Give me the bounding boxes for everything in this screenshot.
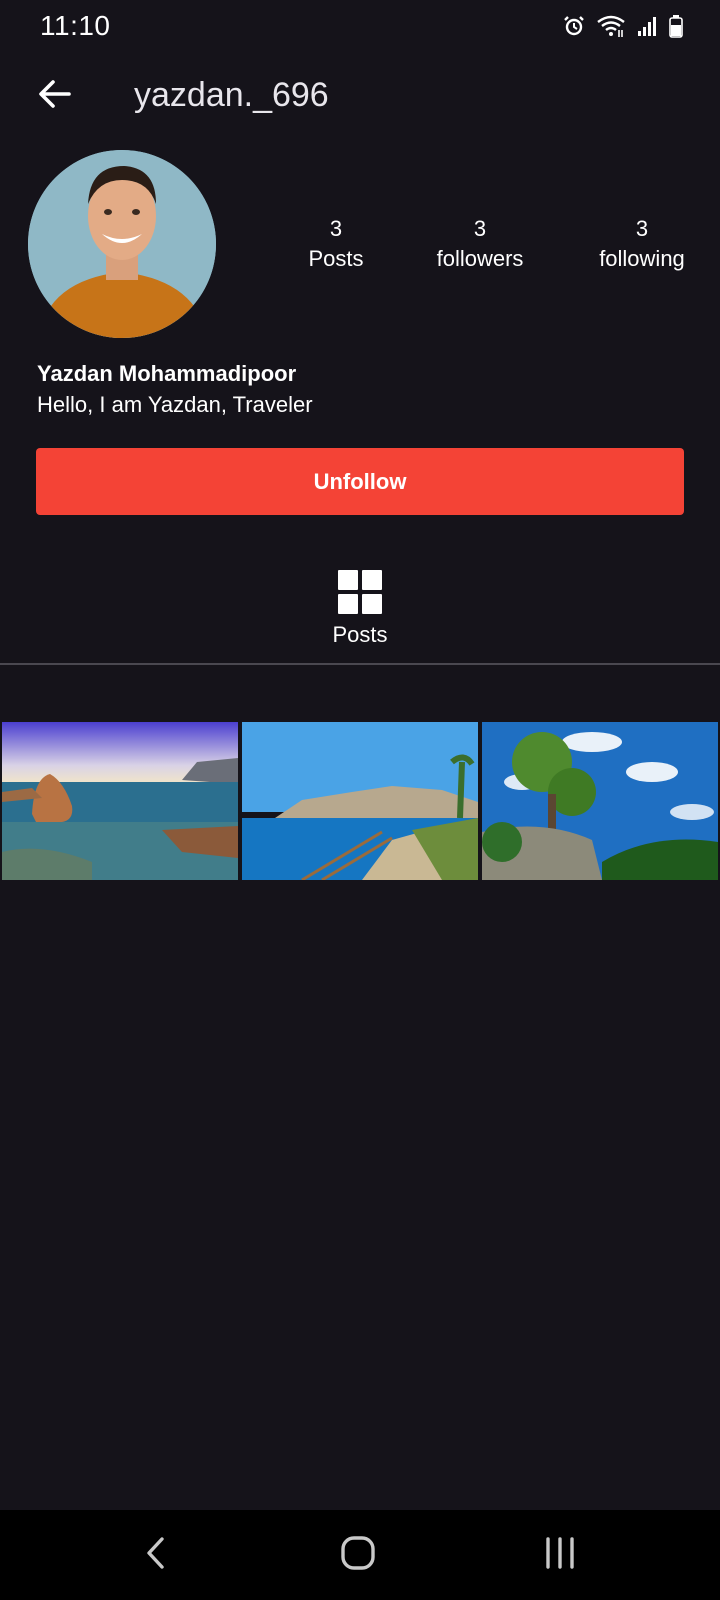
grid-icon	[338, 570, 382, 614]
home-icon	[340, 1535, 376, 1576]
divider	[0, 663, 720, 665]
stat-following[interactable]: 3 following	[584, 214, 700, 274]
status-time: 11:10	[40, 10, 111, 41]
unfollow-button[interactable]: Unfollow	[36, 448, 684, 515]
nav-home-button[interactable]	[328, 1528, 388, 1582]
status-bar: 11:10	[0, 0, 720, 52]
tab-posts[interactable]: Posts	[310, 568, 410, 648]
avatar[interactable]	[28, 150, 216, 338]
stat-posts[interactable]: 3 Posts	[296, 214, 376, 274]
post-rocky-coast[interactable]	[2, 722, 238, 880]
navigation-bar	[0, 1510, 720, 1600]
display-name: Yazdan Mohammadipoor	[37, 361, 297, 386]
status-icons	[562, 14, 684, 43]
stat-followers-count: 3	[473, 216, 487, 241]
post-pine-trees[interactable]	[482, 722, 718, 880]
stat-following-count: 3	[635, 216, 649, 241]
stat-followers[interactable]: 3 followers	[424, 214, 536, 274]
back-arrow-icon	[37, 79, 71, 114]
stat-posts-count: 3	[329, 216, 343, 241]
stat-followers-label: followers	[436, 246, 524, 271]
page-title: yazdan._696	[134, 76, 329, 114]
stat-following-label: following	[599, 246, 685, 271]
post-coastal-path[interactable]	[242, 722, 478, 880]
back-icon	[144, 1536, 168, 1575]
bio-text: Hello, I am Yazdan, Traveler	[37, 392, 313, 417]
back-button[interactable]	[32, 74, 76, 118]
nav-back-button[interactable]	[126, 1528, 186, 1582]
nav-recents-button[interactable]	[530, 1528, 590, 1582]
wifi-icon	[596, 14, 626, 43]
alarm-icon	[562, 14, 586, 43]
signal-icon	[636, 15, 658, 42]
tab-posts-label: Posts	[332, 622, 388, 647]
app-bar: yazdan._696	[0, 60, 720, 136]
battery-icon	[668, 14, 684, 43]
recents-icon	[543, 1536, 577, 1575]
stat-posts-label: Posts	[308, 246, 364, 271]
